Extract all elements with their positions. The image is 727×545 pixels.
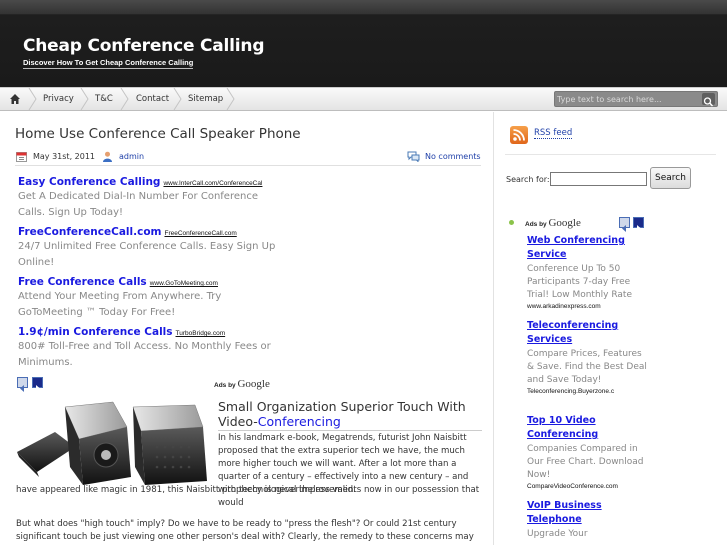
site-tagline: Discover How To Get Cheap Conference Cal… xyxy=(23,58,194,69)
speaker-phone-image xyxy=(17,401,207,485)
sidebar-ad-description: Conference Up To 50 Participants 7-day F… xyxy=(527,264,632,300)
main-nav: Privacy T&C Contact Sitemap xyxy=(0,87,727,111)
ad-unit: FreeConferenceCall.com FreeConferenceCall… xyxy=(18,226,288,270)
sidebar-ad-url[interactable]: www.arkadinexpress.com xyxy=(527,302,647,311)
article-paragraph: In his landmark e-book, Megatrends, futu… xyxy=(218,433,480,508)
comment-icon xyxy=(407,151,420,162)
sidebar-search-input[interactable] xyxy=(550,172,647,186)
sidebar-ad-unit: Web Conferencing Service Conference Up T… xyxy=(527,234,647,311)
nav-search-box xyxy=(554,91,718,107)
sidebar-ad-headline[interactable]: Teleconferencing Services xyxy=(527,319,647,347)
ads-by-prefix: Ads by xyxy=(214,382,236,389)
user-icon xyxy=(103,151,112,162)
chevron-right-icon xyxy=(36,385,40,392)
ad-headline[interactable]: Easy Conference Calling xyxy=(18,176,160,188)
bullet-icon xyxy=(509,220,514,225)
nav-item-sitemap[interactable]: Sitemap xyxy=(188,88,223,110)
post-author[interactable]: admin xyxy=(119,152,144,161)
calendar-icon xyxy=(16,152,27,162)
sidebar-ad-unit: Top 10 Video Conferencing Companies Comp… xyxy=(527,414,647,491)
ad-unit: Easy Conference Calling www.InterCall.com… xyxy=(18,176,288,220)
ad-url[interactable]: www.GoToMeeting.com xyxy=(150,280,218,287)
site-title[interactable]: Cheap Conference Calling xyxy=(23,36,264,56)
ad-url[interactable]: TurboBridge.com xyxy=(176,330,226,337)
article-heading-highlight[interactable]: Conferencing xyxy=(258,414,341,429)
home-icon[interactable] xyxy=(9,93,21,105)
chevron-left-icon xyxy=(20,385,24,392)
ad-next-button[interactable] xyxy=(32,377,43,392)
sidebar-search-label: Search for: xyxy=(506,175,550,184)
ads-by-brand: Google xyxy=(237,378,270,390)
ad-description: Attend Your Meeting From Anywhere. Try G… xyxy=(18,291,222,318)
ads-by-google[interactable]: Ads by Google xyxy=(214,378,270,390)
nav-search-input[interactable] xyxy=(557,93,701,105)
nav-item-contact[interactable]: Contact xyxy=(136,88,169,110)
rss-feed-link[interactable]: RSS feed xyxy=(534,128,573,139)
sidebar-search-button[interactable]: Search xyxy=(650,167,691,189)
sidebar-ad-headline[interactable]: Top 10 Video Conferencing xyxy=(527,414,647,442)
article-paragraph: But what does "high touch" imply? Do we … xyxy=(16,519,474,542)
content-divider xyxy=(493,112,494,545)
sidebar-ad-unit: Teleconferencing Services Compare Prices… xyxy=(527,319,647,396)
post-meta: May 31st, 2011 admin No comments xyxy=(15,148,481,166)
ad-unit: 1.9¢/min Conference Calls TurboBridge.com… xyxy=(18,326,288,370)
sidebar-ad-url[interactable]: Teleconferencing.Buyerzone.c xyxy=(527,387,647,396)
sidebar-ad-description: Upgrade Your xyxy=(527,529,588,539)
sidebar-divider xyxy=(505,154,716,155)
ad-unit: Free Conference Calls www.GoToMeeting.com… xyxy=(18,276,288,320)
ad-headline[interactable]: 1.9¢/min Conference Calls xyxy=(18,326,173,338)
ad-headline[interactable]: Free Conference Calls xyxy=(18,276,147,288)
post-date: May 31st, 2011 xyxy=(33,152,96,161)
rss-icon[interactable] xyxy=(510,126,528,144)
rss-glyph xyxy=(513,129,525,141)
nav-item-privacy[interactable]: Privacy xyxy=(43,88,74,110)
sidebar-ad-unit: VoIP Business Telephone Upgrade Your xyxy=(527,499,647,541)
ad-description: Get A Dedicated Dial-In Number For Confe… xyxy=(18,191,258,218)
sidebar-ad-url[interactable]: CompareVideoConference.com xyxy=(527,482,647,491)
sidebar-ad-list: Web Conferencing Service Conference Up T… xyxy=(523,213,647,545)
ad-url[interactable]: FreeConferenceCall.com xyxy=(164,230,236,237)
article-heading-text: Small Organization Superior Touch With V… xyxy=(218,399,466,429)
nav-separator xyxy=(226,88,236,110)
post-comments-link[interactable]: No comments xyxy=(425,152,481,161)
nav-item-tc[interactable]: T&C xyxy=(95,88,113,110)
nav-separator xyxy=(28,88,38,110)
ad-url[interactable]: www.InterCall.com/ConferenceCal xyxy=(163,180,262,187)
site-header: Cheap Conference Calling Discover How To… xyxy=(0,0,727,87)
nav-separator xyxy=(173,88,183,110)
article-heading: Small Organization Superior Touch With V… xyxy=(218,399,482,431)
ad-headline[interactable]: FreeConferenceCall.com xyxy=(18,226,161,238)
nav-separator xyxy=(120,88,130,110)
sidebar-ad-headline[interactable]: VoIP Business Telephone xyxy=(527,499,647,527)
nav-separator xyxy=(80,88,90,110)
ad-description: 24/7 Unlimited Free Conference Calls. Ea… xyxy=(18,241,276,268)
sidebar-ad-headline[interactable]: Web Conferencing Service xyxy=(527,234,647,262)
sidebar-ad-description: Companies Compared in Our Free Chart. Do… xyxy=(527,444,644,480)
article-paragraph: have appeared like magic in 1981, this N… xyxy=(16,485,356,495)
ad-description: 800# Toll-Free and Toll Access. No Month… xyxy=(18,341,271,368)
sidebar-ad-description: Compare Prices, Features & Save. Find th… xyxy=(527,349,647,385)
ad-prev-button[interactable] xyxy=(17,377,28,392)
search-icon xyxy=(703,97,714,107)
post-title[interactable]: Home Use Conference Call Speaker Phone xyxy=(15,126,301,142)
nav-search-button[interactable] xyxy=(702,93,715,107)
